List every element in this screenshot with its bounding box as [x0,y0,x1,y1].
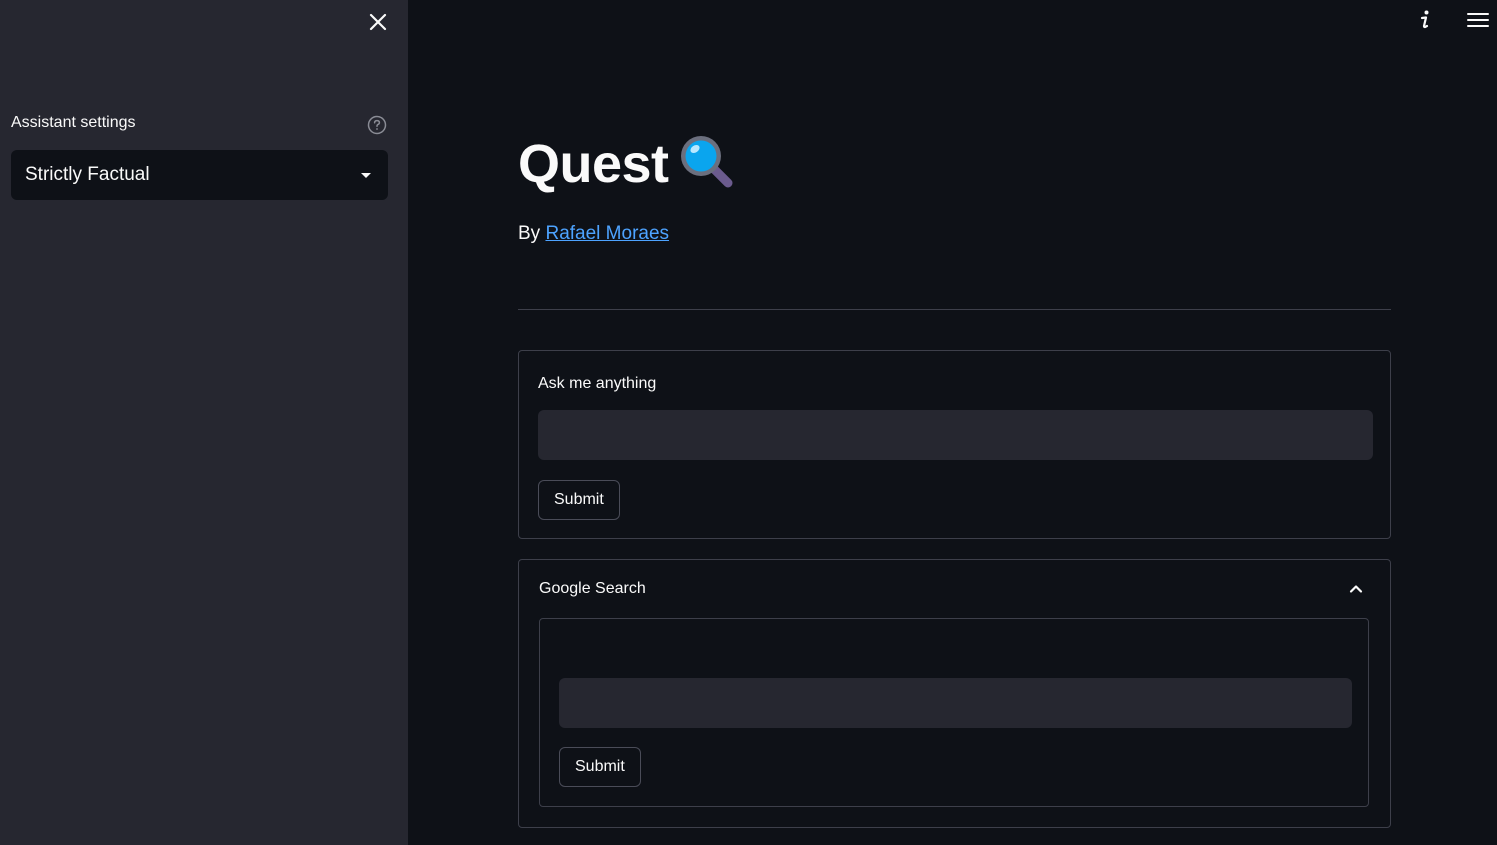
divider [518,309,1391,310]
title-row: Quest [518,133,737,195]
ask-label: Ask me anything [538,375,657,392]
ask-input[interactable] [538,410,1373,460]
google-search-title: Google Search [539,580,646,597]
google-search-submit-button[interactable]: Submit [559,747,641,787]
chevron-up-icon [1349,585,1363,593]
ask-form: Ask me anything Submit [518,350,1391,539]
byline-prefix: By [518,223,541,244]
caret-down-icon [361,173,371,178]
sidebar: Assistant settings Strictly Factual [0,0,408,845]
ask-submit-button[interactable]: Submit [538,480,620,520]
assistant-settings-label: Assistant settings [11,114,136,131]
assistant-mode-select[interactable]: Strictly Factual [11,150,388,200]
hamburger-menu-icon[interactable] [1466,10,1490,30]
help-icon[interactable] [367,115,387,135]
close-icon[interactable] [366,10,390,34]
google-search-input[interactable] [559,678,1352,728]
author-link[interactable]: Rafael Moraes [545,223,669,244]
google-search-expander: Google Search Submit [518,559,1391,828]
byline: By Rafael Moraes [518,223,669,245]
google-search-header[interactable]: Google Search [519,560,1390,618]
page-title: Quest [518,134,669,194]
magnifier-icon [680,136,733,188]
select-value: Strictly Factual [25,164,150,185]
info-icon[interactable] [1414,9,1436,31]
google-search-form: Submit [539,618,1369,807]
